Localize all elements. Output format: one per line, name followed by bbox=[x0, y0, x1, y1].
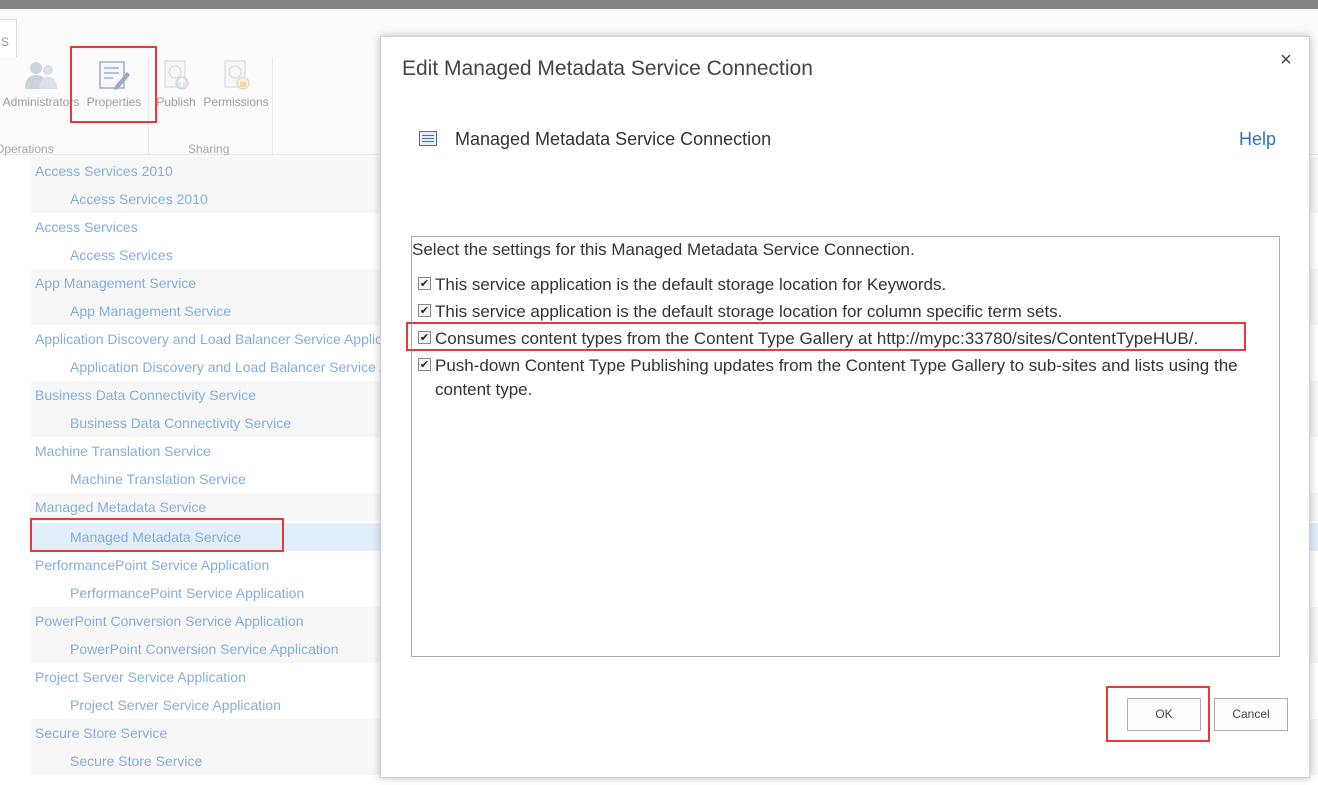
settings-panel: Select the settings for this Managed Met… bbox=[411, 236, 1280, 657]
service-connection-icon bbox=[419, 131, 437, 146]
push-down-checkbox[interactable]: ✔ bbox=[418, 358, 431, 371]
option-push-down-updates[interactable]: ✔ Push-down Content Type Publishing upda… bbox=[418, 354, 1268, 402]
keywords-checkbox[interactable]: ✔ bbox=[418, 277, 431, 290]
edit-connection-dialog: Edit Managed Metadata Service Connection… bbox=[380, 36, 1310, 778]
term-sets-checkbox[interactable]: ✔ bbox=[418, 304, 431, 317]
option-term-sets[interactable]: ✔ This service application is the defaul… bbox=[418, 300, 1268, 324]
dialog-title: Edit Managed Metadata Service Connection bbox=[402, 57, 813, 80]
settings-intro: Select the settings for this Managed Met… bbox=[412, 240, 915, 259]
help-link[interactable]: Help bbox=[1239, 129, 1276, 150]
cancel-button[interactable]: Cancel bbox=[1214, 698, 1288, 731]
option-consumes-content-types[interactable]: ✔ Consumes content types from the Conten… bbox=[418, 327, 1268, 351]
ok-button[interactable]: OK bbox=[1127, 698, 1201, 731]
option-keywords[interactable]: ✔ This service application is the defaul… bbox=[418, 273, 1268, 297]
consumes-content-types-checkbox[interactable]: ✔ bbox=[418, 331, 431, 344]
section-title: Managed Metadata Service Connection bbox=[455, 129, 772, 149]
close-icon[interactable]: × bbox=[1277, 50, 1295, 70]
